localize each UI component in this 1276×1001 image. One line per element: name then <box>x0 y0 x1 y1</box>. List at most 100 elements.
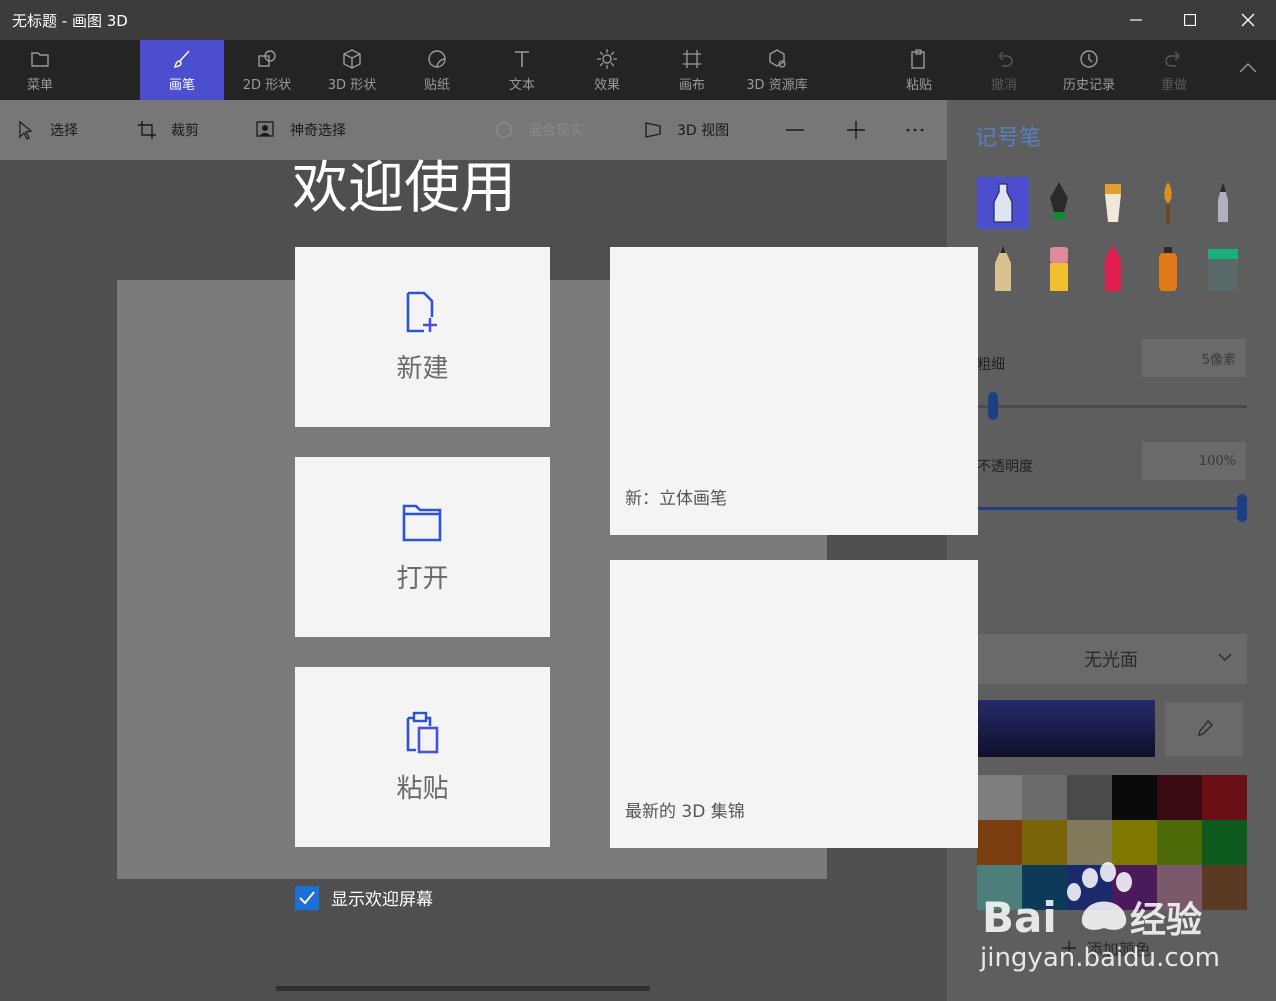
tab-2d-shapes[interactable]: 2D 形状 <box>225 40 309 100</box>
opacity-slider-track[interactable] <box>977 507 1242 510</box>
brush-eraser[interactable] <box>1033 243 1085 295</box>
plus-icon <box>847 121 865 139</box>
history-label: 历史记录 <box>1062 77 1115 93</box>
spray-can-icon <box>1159 247 1177 291</box>
baidu-jingyan-watermark: Bai 经验 jingyan.baidu.com <box>979 862 1220 973</box>
brush-oil[interactable] <box>1087 177 1139 229</box>
chevron-down-icon <box>1218 653 1232 661</box>
brush-crayon[interactable] <box>1087 243 1139 295</box>
welcome-title: 欢迎使用 <box>292 156 516 221</box>
opacity-value-field[interactable]: 100% <box>1142 442 1246 480</box>
crayon-icon <box>1105 245 1121 291</box>
history-button[interactable]: 历史记录 <box>1047 40 1131 100</box>
brush-calligraphy-pen[interactable] <box>1033 177 1085 229</box>
redo-button[interactable]: 重做 <box>1132 40 1216 100</box>
zoom-out-button[interactable] <box>785 100 819 160</box>
fill-bucket-icon <box>1208 249 1238 291</box>
opacity-slider-thumb[interactable] <box>1237 494 1247 522</box>
window-title: 无标题 - 画图 3D <box>12 12 128 30</box>
cube-icon <box>343 48 361 69</box>
cursor-icon <box>19 120 33 140</box>
more-options-button[interactable] <box>905 100 939 160</box>
3d-view-tool[interactable]: 3D 视图 <box>643 100 729 160</box>
crop-tool[interactable]: 裁剪 <box>137 100 199 160</box>
tab-brushes[interactable]: 画笔 <box>140 40 224 100</box>
pixel-pen-icon <box>1218 182 1228 222</box>
paste-card-label: 粘贴 <box>396 773 449 804</box>
tab-3d-shapes-label: 3D 形状 <box>327 77 377 93</box>
brush-watercolor[interactable] <box>1142 177 1194 229</box>
color-swatch[interactable] <box>1112 775 1157 820</box>
magic-select-icon <box>256 121 274 137</box>
mixed-reality-icon <box>496 121 512 139</box>
more-icon <box>906 128 924 132</box>
minimize-button[interactable] <box>1110 0 1162 40</box>
feature-3d-collection-card[interactable]: 最新的 3D 集锦 <box>610 560 978 848</box>
show-welcome-checkbox[interactable]: 显示欢迎屏幕 <box>295 885 433 910</box>
paste-button[interactable]: 粘贴 <box>877 40 961 100</box>
maximize-button[interactable] <box>1164 0 1216 40</box>
redo-label: 重做 <box>1160 77 1187 93</box>
checkmark-icon <box>299 890 315 904</box>
undo-button[interactable]: 撤消 <box>962 40 1046 100</box>
title-bar: 无标题 - 画图 3D <box>0 0 1276 40</box>
3d-view-label: 3D 视图 <box>677 123 730 139</box>
tab-brushes-label: 画笔 <box>168 77 195 93</box>
opacity-label: 不透明度 <box>977 459 1033 475</box>
current-color-swatch[interactable] <box>977 700 1155 757</box>
thickness-slider-track[interactable] <box>977 405 1247 408</box>
select-tool[interactable]: 选择 <box>16 100 78 160</box>
zoom-in-button[interactable] <box>846 100 880 160</box>
library-icon <box>769 48 786 68</box>
marker-icon <box>993 183 1013 223</box>
tab-text[interactable]: 文本 <box>480 40 564 100</box>
checkbox-checked[interactable] <box>295 885 319 910</box>
brush-pencil[interactable] <box>977 243 1029 295</box>
color-swatch[interactable] <box>1157 775 1202 820</box>
horizontal-scrollbar[interactable] <box>276 986 650 991</box>
new-project-card[interactable]: 新建 <box>295 247 550 427</box>
pencil-icon <box>995 245 1011 291</box>
text-icon <box>515 50 529 67</box>
menu-button[interactable]: 菜单 <box>0 40 80 100</box>
finish-dropdown[interactable]: 无光面 <box>975 634 1247 684</box>
collapse-ribbon-button[interactable] <box>1220 40 1276 100</box>
close-icon <box>1241 13 1255 27</box>
open-project-card[interactable]: 打开 <box>295 457 550 637</box>
eyedropper-button[interactable] <box>1165 702 1243 756</box>
brush-pixel-pen[interactable] <box>1197 177 1249 229</box>
undo-label: 撤消 <box>990 77 1017 93</box>
new-file-icon <box>406 291 437 332</box>
thickness-slider-thumb[interactable] <box>988 392 998 420</box>
brush-marker[interactable] <box>977 177 1029 229</box>
tab-3d-library[interactable]: 3D 资源库 <box>735 40 819 100</box>
close-button[interactable] <box>1222 0 1274 40</box>
feature-3d-brushes-card[interactable]: 新：立体画笔 <box>610 247 978 535</box>
color-swatch[interactable] <box>1202 775 1247 820</box>
view-3d-icon <box>645 122 661 138</box>
tab-canvas-label: 画布 <box>678 77 705 93</box>
eraser-icon <box>1050 247 1068 291</box>
color-swatch[interactable] <box>977 775 1022 820</box>
tab-3d-shapes[interactable]: 3D 形状 <box>310 40 394 100</box>
tab-stickers[interactable]: 贴纸 <box>395 40 479 100</box>
tab-canvas[interactable]: 画布 <box>650 40 734 100</box>
show-welcome-label: 显示欢迎屏幕 <box>331 890 433 910</box>
paste-card[interactable]: 粘贴 <box>295 667 550 847</box>
ribbon: 菜单 画笔 2D 形状 3D 形状 贴纸 文本 效果 画布 3D 资源库 粘贴 … <box>0 40 1276 100</box>
eyedropper-icon <box>1198 719 1213 736</box>
brush-fill[interactable] <box>1197 243 1249 295</box>
crop-label: 裁剪 <box>171 123 199 139</box>
thickness-label: 粗细 <box>977 357 1005 373</box>
clipboard-icon <box>911 48 925 69</box>
redo-icon <box>1165 51 1180 67</box>
thickness-value-field[interactable]: 5像素 <box>1142 339 1246 377</box>
color-swatch[interactable] <box>1067 775 1112 820</box>
brush-spray-can[interactable] <box>1142 243 1194 295</box>
watermark-url: jingyan.baidu.com <box>979 943 1220 973</box>
new-label: 新建 <box>396 353 449 384</box>
tab-effects[interactable]: 效果 <box>565 40 649 100</box>
magic-select-label: 神奇选择 <box>290 123 346 139</box>
color-swatch[interactable] <box>1022 775 1067 820</box>
crop-icon <box>138 121 156 139</box>
